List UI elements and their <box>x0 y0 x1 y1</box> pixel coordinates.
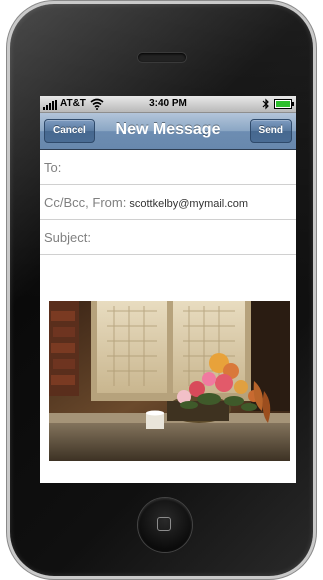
to-field[interactable]: To: <box>40 150 296 185</box>
from-email-value: scottkelby@mymail.com <box>129 198 249 210</box>
navigation-bar: Cancel New Message Send <box>40 113 296 150</box>
screen: AT&T 3:40 PM Cancel New Message Send To:… <box>40 96 296 483</box>
cc-bcc-from-field[interactable]: Cc/Bcc, From: scottkelby@mymail.com <box>40 185 296 220</box>
subject-field[interactable]: Subject: <box>40 220 296 255</box>
earpiece-speaker <box>138 53 186 62</box>
send-button[interactable]: Send <box>249 119 292 143</box>
attached-photo <box>49 301 290 461</box>
cc-bcc-from-label: Cc/Bcc, From: <box>44 195 127 210</box>
status-time: 3:40 PM <box>149 98 187 109</box>
status-bar: AT&T 3:40 PM <box>40 96 296 113</box>
home-button[interactable] <box>138 498 192 552</box>
message-body[interactable] <box>40 255 296 483</box>
subject-label: Subject: <box>44 230 91 245</box>
battery-icon <box>274 99 294 109</box>
to-label: To: <box>44 160 62 175</box>
home-square-icon <box>157 517 171 531</box>
bluetooth-icon <box>262 98 269 110</box>
